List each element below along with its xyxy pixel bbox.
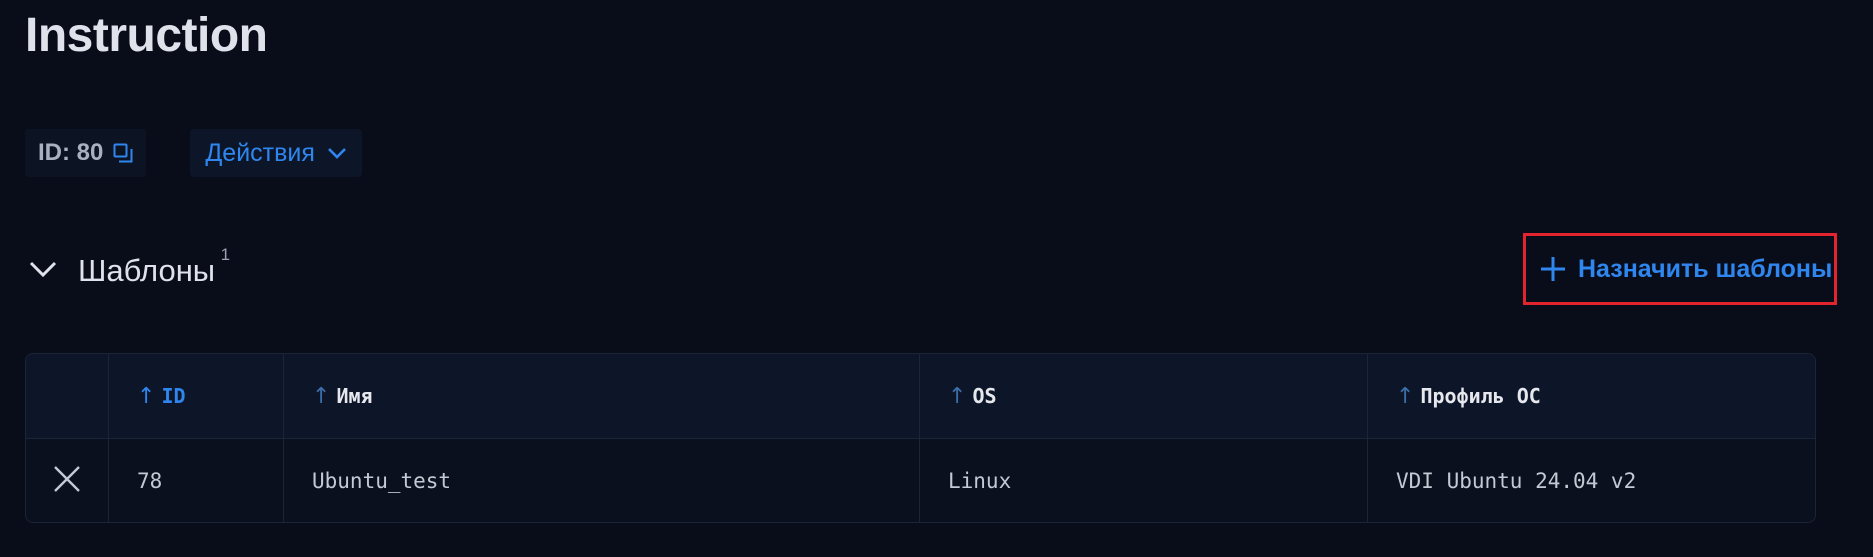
column-header-name[interactable]: ↑ Имя — [284, 354, 920, 438]
page-title: Instruction — [25, 9, 268, 62]
column-header-os-profile[interactable]: ↑ Профиль ОС — [1368, 354, 1815, 438]
chevron-down-icon — [327, 146, 347, 160]
section-count: 1 — [220, 245, 231, 264]
page: Instruction ID: 80 Действия Шаблоны 1 На… — [0, 0, 1873, 557]
section-title-text: Шаблоны — [78, 253, 216, 288]
column-label: ID — [161, 384, 186, 408]
actions-dropdown[interactable]: Действия — [190, 129, 362, 177]
sort-arrow-icon: ↑ — [948, 383, 967, 409]
column-label: OS — [972, 384, 997, 408]
sort-arrow-icon: ↑ — [312, 383, 331, 409]
copy-id-button[interactable]: ID: 80 — [25, 129, 147, 177]
actions-label: Действия — [205, 138, 315, 167]
cell-os: Linux — [920, 439, 1368, 522]
close-icon — [52, 464, 82, 498]
column-header-id[interactable]: ↑ ID — [109, 354, 284, 438]
column-header-os[interactable]: ↑ OS — [920, 354, 1368, 438]
row-action-cell — [26, 439, 109, 522]
assign-templates-button[interactable]: Назначить шаблоны — [1523, 233, 1837, 305]
remove-template-button[interactable] — [52, 464, 82, 498]
templates-section-header: Шаблоны 1 — [28, 245, 230, 297]
copy-icon — [113, 143, 133, 163]
id-label: ID: 80 — [38, 139, 104, 166]
templates-table: ↑ ID ↑ Имя ↑ OS ↑ Профиль ОС 78 Ubuntu_t… — [25, 353, 1816, 523]
section-toggle[interactable] — [28, 259, 58, 284]
table-row: 78 Ubuntu_test Linux VDI Ubuntu 24.04 v2 — [26, 439, 1815, 522]
table-header: ↑ ID ↑ Имя ↑ OS ↑ Профиль ОС — [26, 354, 1815, 439]
sort-arrow-icon: ↑ — [137, 383, 156, 409]
column-label: Имя — [336, 384, 373, 408]
column-label: Профиль ОС — [1420, 384, 1541, 408]
cell-id: 78 — [109, 439, 284, 522]
chevron-down-icon — [28, 259, 58, 284]
meta-row: ID: 80 Действия — [25, 129, 362, 177]
assign-templates-label: Назначить шаблоны — [1578, 254, 1833, 283]
cell-name: Ubuntu_test — [284, 439, 920, 522]
section-title: Шаблоны 1 — [78, 245, 230, 289]
sort-arrow-icon: ↑ — [1396, 383, 1415, 409]
plus-icon — [1540, 256, 1566, 282]
cell-os-profile: VDI Ubuntu 24.04 v2 — [1396, 469, 1637, 493]
header-select-cell — [26, 354, 109, 438]
